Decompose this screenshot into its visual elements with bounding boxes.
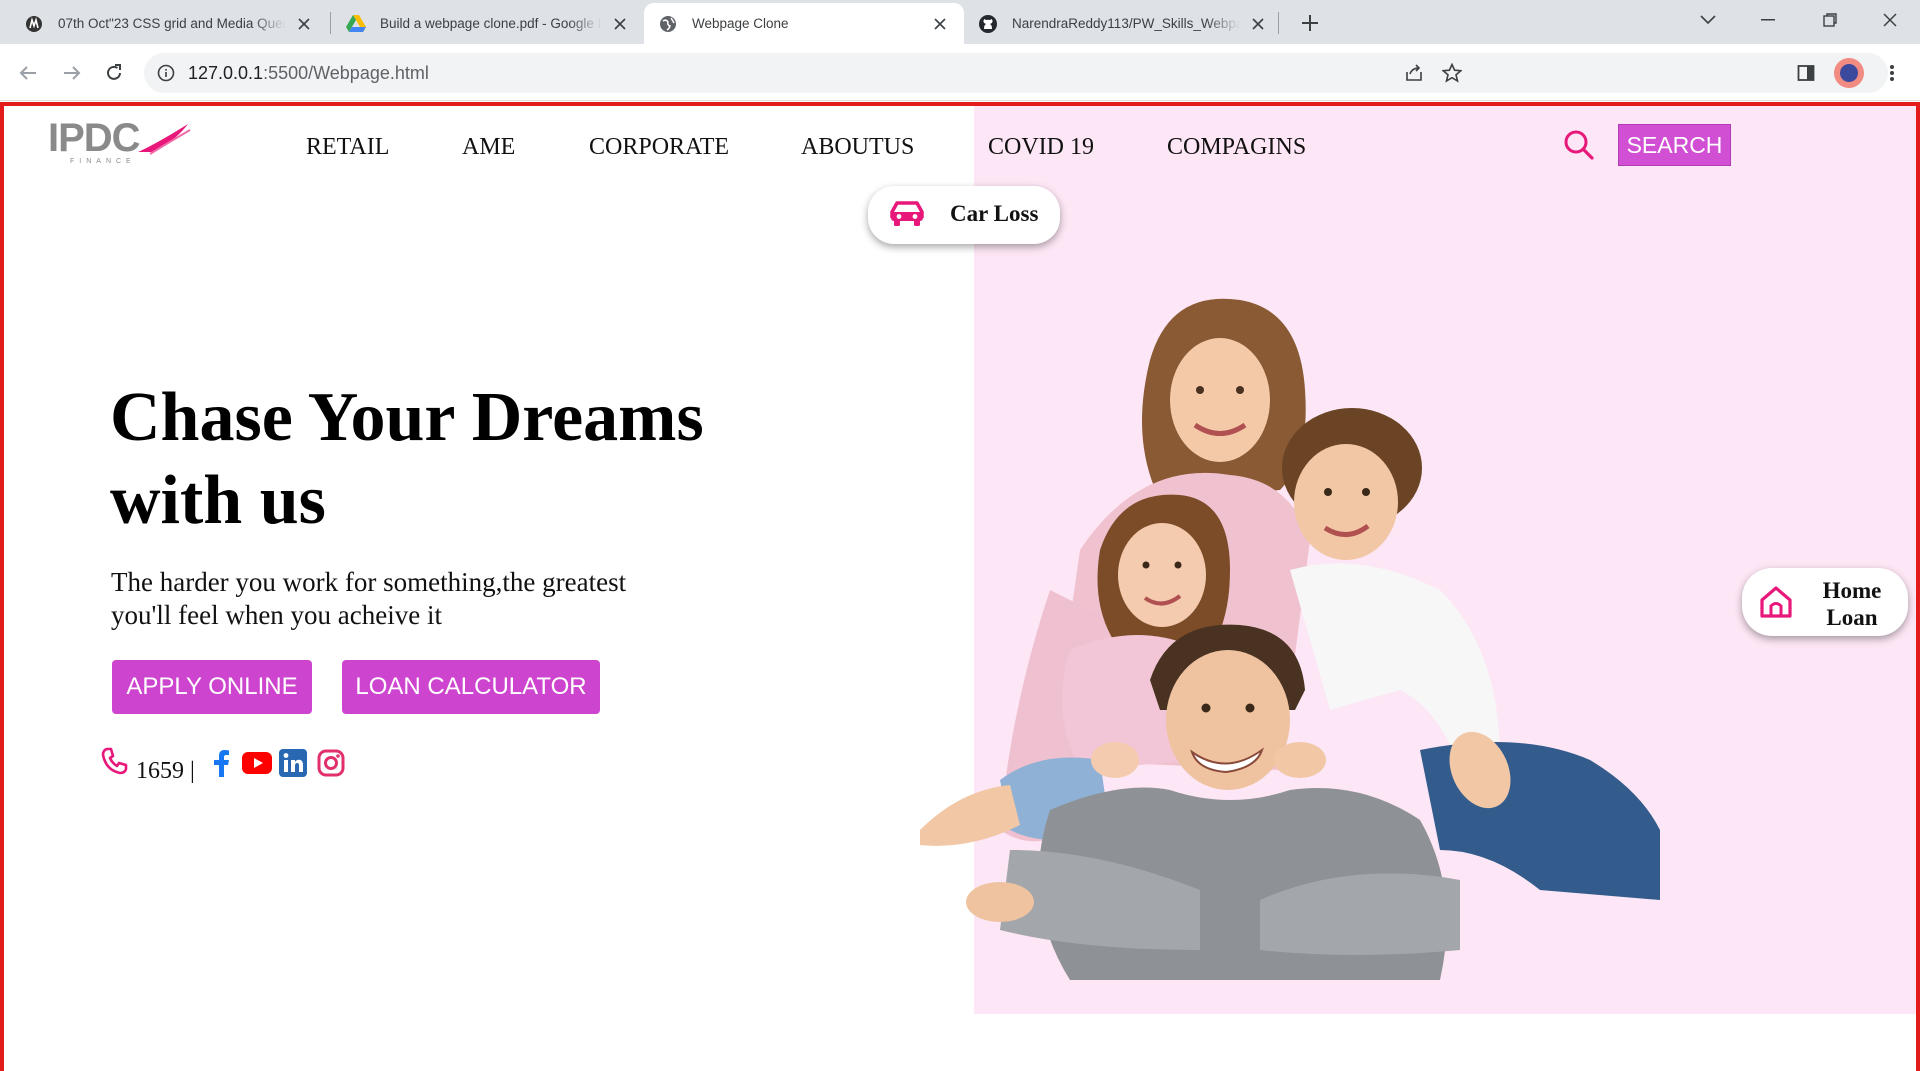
share-icon[interactable] [1398,57,1430,89]
nav-ame[interactable]: AME [462,134,515,161]
logo-swoosh-icon [138,124,191,155]
search-button[interactable]: SEARCH [1618,124,1731,166]
reload-icon[interactable] [98,57,130,89]
hero-subtitle: The harder you work for something,the gr… [111,567,627,630]
back-arrow-icon[interactable] [12,57,44,89]
side-panel-icon[interactable] [1790,57,1822,89]
browser-tab[interactable]: NarendraReddy113/PW_Skills_Webpage [964,3,1282,44]
google-drive-icon [346,14,366,34]
car-loan-label: Car Loss [950,201,1039,226]
nav-corporate[interactable]: CORPORATE [589,134,729,161]
bookmark-star-icon[interactable] [1436,57,1468,89]
ipdc-logo[interactable]: IPDC FINANCE [48,116,191,170]
tab-title: Webpage Clone [692,16,789,31]
home-icon [1758,584,1794,625]
close-window-icon[interactable] [1860,0,1920,40]
tab-separator [330,12,331,34]
page-viewport: IPDC FINANCE RETAIL AME CORPORATE ABOUTU… [0,102,1920,1071]
nav-aboutus[interactable]: ABOUTUS [801,134,914,161]
profile-avatar[interactable] [1834,58,1864,88]
family-photo [920,298,1660,980]
nav-retail[interactable]: RETAIL [306,134,389,161]
youtube-icon[interactable] [240,748,274,778]
browser-tab[interactable]: Build a webpage clone.pdf - Google Dr [332,3,644,44]
globe-icon [658,14,678,34]
apply-online-button[interactable]: APPLY ONLINE [112,660,312,714]
home-loan-label: Home Loan [1822,578,1882,630]
tab-title: Build a webpage clone.pdf - Google Dr [380,16,602,31]
close-tab-icon[interactable] [294,14,314,34]
github-icon [978,14,998,34]
url-host: 127.0.0.1 [188,63,264,83]
linkedin-icon[interactable] [278,748,308,778]
more-menu-icon[interactable] [1876,57,1908,89]
url-path: :5500/Webpage.html [263,63,429,83]
restore-icon[interactable] [1800,0,1860,40]
site-icon [24,14,44,34]
nav-compagins[interactable]: COMPAGINS [1167,134,1306,161]
logo-text: IPDC [48,116,141,160]
phone-number: 1659 | [136,758,195,784]
home-loan-badge[interactable]: Home Loan [1742,568,1908,636]
close-tab-icon[interactable] [610,14,630,34]
tab-title: NarendraReddy113/PW_Skills_Webpage [1012,16,1240,31]
tab-title: 07th Oct"23 CSS grid and Media Query [58,16,286,31]
nav-covid-19[interactable]: COVID 19 [988,134,1094,161]
facebook-icon[interactable] [206,748,236,778]
address-bar[interactable]: 127.0.0.1:5500/Webpage.html [144,53,1888,93]
new-tab-plus-icon[interactable] [1296,9,1324,37]
hero-title: Chase Your Dreams with us [110,379,704,539]
car-icon [888,198,926,233]
loan-calculator-button[interactable]: LOAN CALCULATOR [342,660,600,714]
site-info-icon[interactable] [156,63,176,83]
search-icon[interactable] [1562,128,1596,162]
phone-icon [100,746,130,781]
browser-toolbar: 127.0.0.1:5500/Webpage.html [0,44,1920,101]
close-tab-icon[interactable] [930,14,950,34]
tab-search-chevron-down-icon[interactable] [1678,0,1738,40]
logo-subtext: FINANCE [70,158,136,165]
close-tab-icon[interactable] [1248,14,1268,34]
forward-arrow-icon[interactable] [56,57,88,89]
minimize-icon[interactable] [1738,0,1798,40]
instagram-icon[interactable] [316,748,346,778]
car-loan-badge[interactable]: Car Loss [868,186,1060,244]
url-text[interactable]: 127.0.0.1:5500/Webpage.html [188,63,429,84]
browser-tab[interactable]: 07th Oct"23 CSS grid and Media Query [10,3,328,44]
tab-separator [1278,12,1279,34]
browser-tab-strip: 07th Oct"23 CSS grid and Media Query Bui… [0,0,1920,44]
browser-tab-active[interactable]: Webpage Clone [644,3,964,44]
